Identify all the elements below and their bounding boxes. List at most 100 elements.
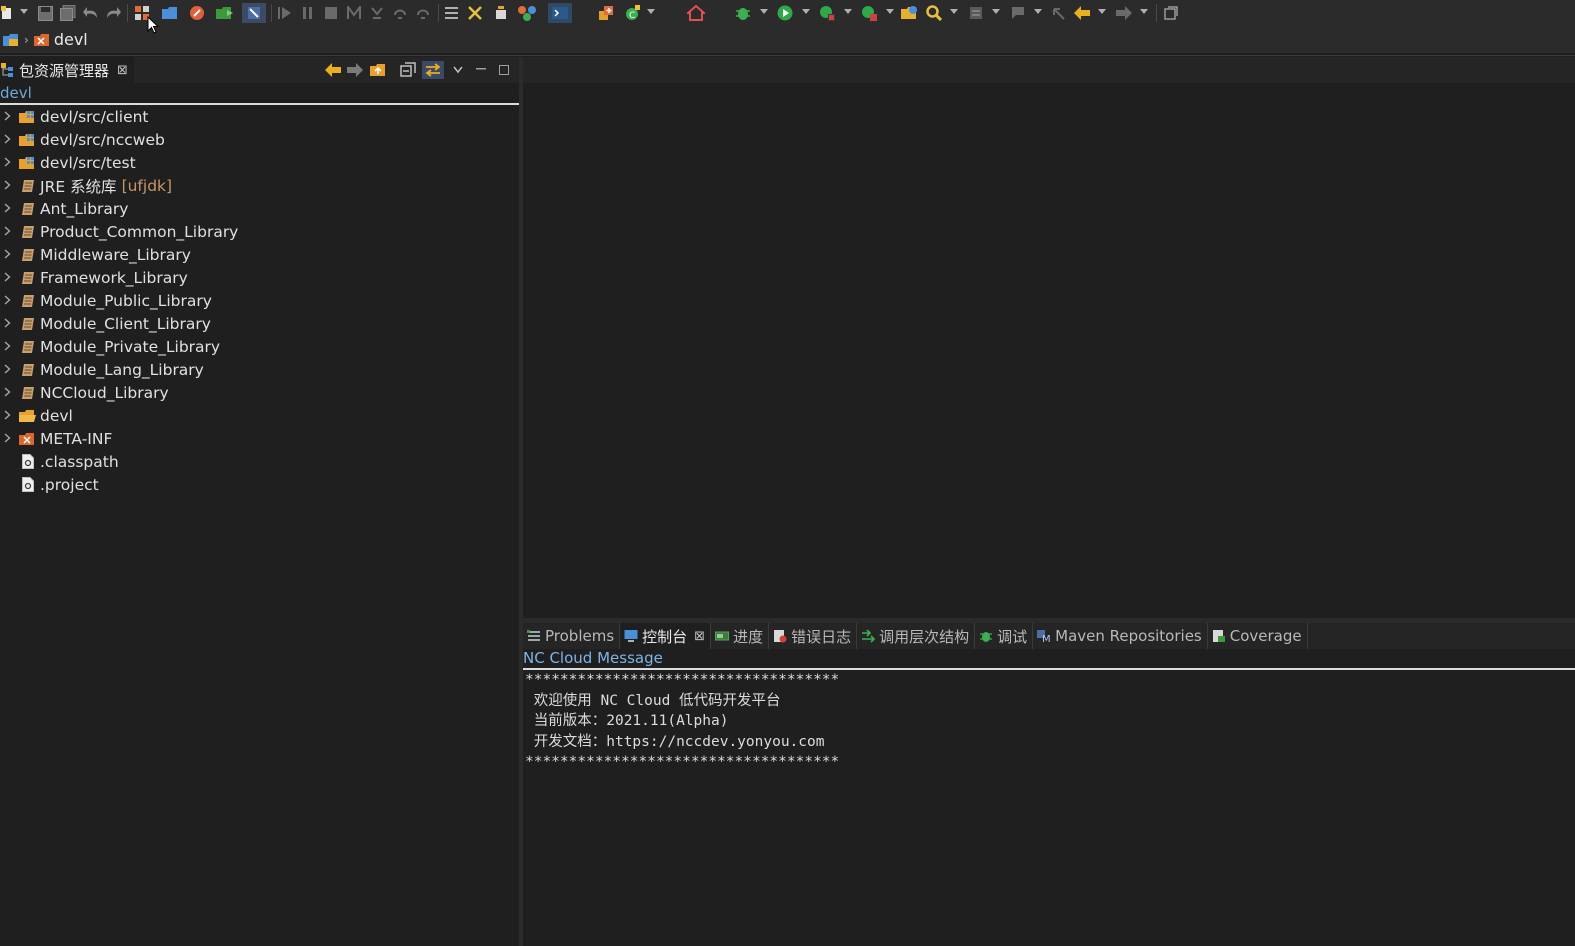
tab-progress[interactable]: 进度 [711, 623, 770, 649]
restore-window-icon[interactable] [1162, 3, 1180, 23]
tree-item[interactable]: Product_Common_Library [0, 220, 519, 243]
tab-debug[interactable]: 调试 [975, 623, 1034, 649]
chevron-right-icon[interactable] [2, 225, 12, 239]
explorer-filter[interactable]: devl [0, 83, 519, 105]
editor-area[interactable] [523, 83, 1575, 618]
debug-icon[interactable] [733, 3, 753, 23]
tab-coverage[interactable]: Coverage [1208, 623, 1308, 649]
new-plugin-icon[interactable] [596, 3, 616, 23]
project-icon[interactable] [33, 33, 50, 47]
tab-maven[interactable]: M Maven Repositories [1033, 623, 1208, 649]
step-into-icon[interactable] [368, 3, 386, 23]
tree-item[interactable]: Middleware_Library [0, 243, 519, 266]
chevron-right-icon[interactable] [2, 432, 12, 446]
collapse-all-icon[interactable] [398, 61, 418, 79]
view-menu-chevron-down-icon[interactable] [451, 61, 465, 79]
chevron-right-icon[interactable] [2, 340, 12, 354]
run-dropdown-icon[interactable] [802, 9, 810, 14]
toggle-mark-icon[interactable] [242, 3, 266, 23]
new-file-icon[interactable] [0, 3, 14, 23]
terminate-icon[interactable] [322, 3, 340, 23]
save-icon[interactable] [36, 3, 54, 23]
annotation-dropdown-icon[interactable] [992, 9, 1000, 14]
open-green-folder-icon[interactable] [215, 3, 235, 23]
tree-item[interactable]: Module_Private_Library [0, 335, 519, 358]
tree-item[interactable]: Module_Lang_Library [0, 358, 519, 381]
tree-item[interactable]: .project [0, 473, 519, 496]
back-icon[interactable] [324, 61, 342, 79]
chevron-right-icon[interactable] [2, 156, 12, 170]
external-tools-icon[interactable] [859, 3, 879, 23]
suspend-icon[interactable] [299, 3, 317, 23]
chevron-right-icon[interactable] [2, 409, 12, 423]
console-output[interactable]: ************************************ 欢迎使… [523, 670, 1575, 773]
chevron-right-icon[interactable] [2, 248, 12, 262]
new-dropdown-icon[interactable] [20, 9, 28, 14]
close-icon[interactable]: ⊠ [694, 629, 705, 644]
disconnect-icon[interactable] [345, 3, 363, 23]
chevron-right-icon[interactable] [2, 386, 12, 400]
connect-icon[interactable] [515, 3, 539, 23]
tree-item[interactable]: NCCloud_Library [0, 381, 519, 404]
workspace-icon[interactable] [3, 33, 19, 47]
tab-package-explorer[interactable]: 包资源管理器 ⊠ [0, 57, 134, 83]
link-with-editor-icon[interactable] [422, 61, 444, 79]
tree-item[interactable]: Module_Client_Library [0, 312, 519, 335]
coverage-dropdown-icon[interactable] [844, 9, 852, 14]
chevron-right-icon[interactable] [2, 133, 12, 147]
chevron-right-icon[interactable] [2, 202, 12, 216]
console-view-icon[interactable] [548, 3, 572, 23]
tree-item[interactable]: META-INF [0, 427, 519, 450]
tree-item[interactable]: .classpath [0, 450, 519, 473]
chevron-right-icon[interactable] [2, 317, 12, 331]
cup-icon[interactable] [493, 3, 511, 23]
external-tools-dropdown-icon[interactable] [886, 9, 894, 14]
annotation-icon[interactable] [966, 3, 986, 23]
forward-dropdown-icon[interactable] [1140, 9, 1148, 14]
resume-icon[interactable] [276, 3, 294, 23]
home-icon[interactable] [685, 3, 707, 23]
console-view[interactable]: NC Cloud Message ***********************… [523, 649, 1575, 946]
back-icon[interactable] [1072, 3, 1092, 23]
new-class-icon[interactable]: C [622, 3, 642, 23]
forward-icon[interactable] [346, 61, 364, 79]
tree-item[interactable]: devl/src/client [0, 105, 519, 128]
search-icon[interactable] [924, 3, 944, 23]
tree-item[interactable]: JRE 系统库 [ufjdk] [0, 174, 519, 197]
coverage-run-icon[interactable] [817, 3, 837, 23]
chevron-right-icon[interactable] [2, 271, 12, 285]
tree-item[interactable]: Framework_Library [0, 266, 519, 289]
last-edit-icon[interactable] [1048, 3, 1068, 23]
tab-call-hierarchy[interactable]: 调用层次结构 [857, 623, 976, 649]
tab-problems[interactable]: Problems [523, 623, 621, 649]
tree-item[interactable]: Module_Public_Library [0, 289, 519, 312]
tab-error-log[interactable]: 错误日志 [769, 623, 858, 649]
forward-icon[interactable] [1114, 3, 1134, 23]
save-all-icon[interactable] [59, 3, 77, 23]
new-class-dropdown-icon[interactable] [647, 9, 655, 14]
minimize-icon[interactable] [474, 61, 488, 79]
use-step-filters-icon[interactable] [466, 3, 484, 23]
search-dropdown-icon[interactable] [950, 9, 958, 14]
run-config-icon[interactable] [188, 3, 206, 23]
undo-icon[interactable] [82, 3, 100, 23]
next-annotation-dropdown-icon[interactable] [1034, 9, 1042, 14]
chevron-right-icon[interactable] [2, 179, 12, 193]
tree-item[interactable]: devl/src/nccweb [0, 128, 519, 151]
back-dropdown-icon[interactable] [1098, 9, 1106, 14]
tree-item[interactable]: Ant_Library [0, 197, 519, 220]
step-return-icon[interactable] [414, 3, 432, 23]
chevron-right-icon[interactable] [2, 363, 12, 377]
next-annotation-icon[interactable] [1008, 3, 1028, 23]
tab-console[interactable]: 控制台 ⊠ [620, 623, 712, 649]
maximize-icon[interactable] [497, 61, 511, 79]
chevron-right-icon[interactable] [2, 294, 12, 308]
open-folder-icon[interactable] [161, 3, 179, 23]
tree-item[interactable]: devl/src/test [0, 151, 519, 174]
debug-dropdown-icon[interactable] [760, 9, 768, 14]
open-type-icon[interactable] [900, 3, 920, 23]
close-icon[interactable]: ⊠ [117, 63, 128, 78]
drop-to-frame-icon[interactable] [443, 3, 461, 23]
redo-icon[interactable] [104, 3, 122, 23]
breadcrumb-project[interactable]: devl [54, 30, 88, 49]
